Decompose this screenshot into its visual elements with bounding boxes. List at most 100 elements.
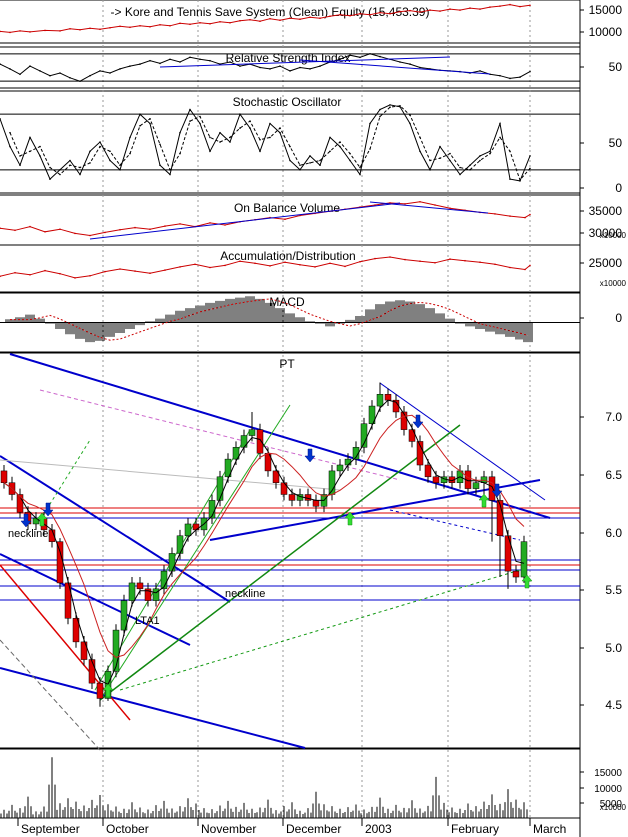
candle-body [288,494,296,501]
ad-line-point [254,262,256,265]
stochastic-k-line-point [369,122,371,125]
equity-line-point [269,17,271,20]
rsi-line-point [419,66,421,69]
candle-body [336,464,344,472]
ad-line-point [14,271,16,274]
equity-line-point [529,4,531,7]
candle-body [512,570,520,578]
price-panel-title: PT [279,357,295,371]
stochastic-d-line-point [149,118,151,120]
stochastic-d-line-point [339,141,341,143]
stochastic-k-line-point [59,169,61,171]
rsi-line-point [299,66,301,69]
stochastic-k-line-point [139,113,141,115]
rsi-line-point [279,65,281,67]
rsi-line-point [69,77,71,79]
rsi-line-point [139,63,141,65]
equity-line-point [199,22,201,24]
equity-line-point [119,25,121,28]
stochastic-d-line-point [329,150,331,153]
y-tick-label: 10000 [589,25,623,39]
stochastic-k-line-point [19,164,21,166]
equity-line-point [389,12,391,15]
rsi-line-point [29,65,31,67]
candle-body [96,682,104,699]
y-tick-label: 7.0 [605,410,622,424]
equity-line-point [279,19,281,22]
stochastic-k-line-point [499,122,501,125]
rsi-line-point [49,74,51,77]
rsi-line-point [399,61,401,63]
ad-line-point [389,256,391,258]
stochastic-k-line-point [389,104,391,106]
y-tick-label: 4.5 [605,698,622,712]
ad-line-point [269,265,271,267]
rsi-line-point [479,70,481,72]
rsi-line-point [19,73,21,76]
rsi-line-point [269,68,271,70]
x-tick-label: November [201,822,256,836]
stochastic-d-line-point [69,164,71,166]
stochastic-k-line-point [209,150,211,153]
stochastic-k-line-point [259,150,261,153]
candle-body [136,582,144,590]
candle-body [192,523,200,531]
rsi-line-point [9,68,11,70]
stochastic-k-line-point [69,159,71,162]
ad-line-point [449,258,451,260]
rsi-line-point [189,56,191,59]
obv-line-point [164,225,166,227]
ad-line-point [104,270,106,273]
rsi-line-point [109,72,111,74]
stochastic-d-line-point [389,106,391,108]
equity-line-point [369,13,371,16]
candle-body [184,523,192,537]
stochastic-k-line-point [189,108,191,111]
obv-line-point [529,213,531,216]
ad-line-point [434,262,436,264]
stochastic-d-line-point [209,136,211,139]
obv-line-point [14,229,16,232]
rsi-line-point [519,76,521,78]
stochastic-k-line-point [279,131,281,134]
obv-line-point [119,228,121,231]
equity-line-point [29,31,31,33]
stochastic-d-line-point [419,136,421,139]
obv-line-point [434,204,436,206]
ad-line-point [164,269,166,271]
obv-line-point [419,201,421,203]
obv-line-point [134,226,136,229]
unit-label: x10000 [600,803,627,812]
stochastic-k-line-point [299,169,301,171]
stochastic-k-line-point [159,164,161,166]
stochastic-k-line-point [379,108,381,111]
stochastic-k-line-point [29,136,31,139]
stochastic-d-line-point [179,152,181,155]
equity-line-point [44,29,46,32]
equity-line-point [459,9,461,11]
stochastic-d-line-point [309,162,311,164]
stochastic-d-line-point [49,166,51,169]
equity-line-point [79,29,81,31]
candle-body [312,500,320,507]
ad-line-point [329,262,331,265]
equity-line-point [219,21,221,23]
equity-line-point [109,27,111,29]
ad-line-point [194,263,196,266]
stochastic-d-line-point [79,166,81,169]
rsi-line-point [309,68,311,70]
equity-line-point [69,28,71,30]
stochastic-k-line-point [129,136,131,139]
rsi-line-point [359,56,361,59]
neckline-label: neckline [225,588,265,600]
stochastic-d-line-point [169,169,171,171]
unit-label: x10000 [600,279,627,288]
stochastic-k-line-point [449,159,451,162]
rsi-line-point [409,63,411,65]
obv-line-point [209,222,211,224]
rsi-line-point [349,54,351,56]
ad-line-point [239,260,241,263]
stochastic-k-line-point [99,141,101,143]
rsi-line-point [529,70,531,73]
ad-line-point [359,260,361,263]
